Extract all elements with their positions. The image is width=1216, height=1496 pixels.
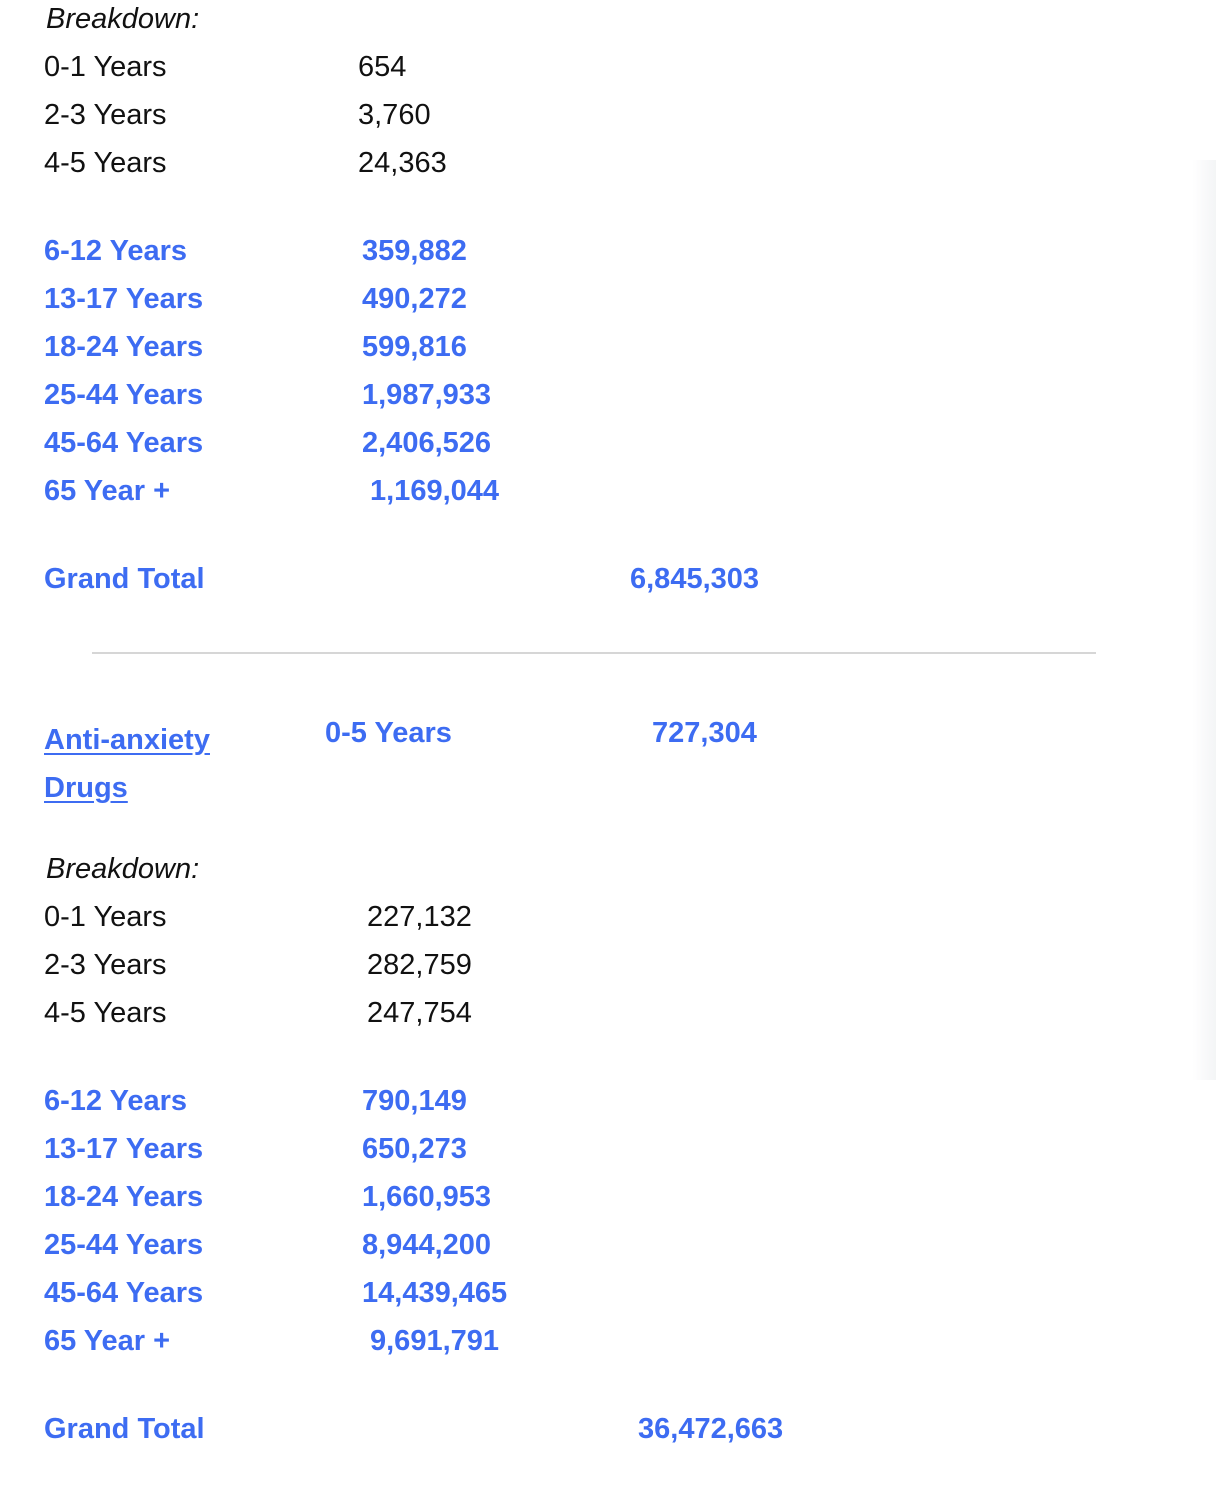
row-value: 24,363	[358, 147, 447, 179]
row-label: 13-17 Years	[44, 283, 204, 315]
grand-total-value: 36,472,663	[638, 1413, 784, 1445]
row-value: 1,987,933	[362, 379, 492, 411]
row-value: 1,169,044	[370, 475, 500, 507]
row-label: 65 Year +	[44, 475, 171, 507]
row-value: 8,944,200	[362, 1229, 492, 1261]
row-value: 654	[358, 51, 407, 83]
row-value: 599,816	[362, 331, 467, 363]
age-group-value: 727,304	[652, 717, 757, 749]
row-value: 3,760	[358, 99, 431, 131]
row-value: 227,132	[367, 901, 472, 933]
row-value: 490,272	[362, 283, 467, 315]
row-label: 25-44 Years	[44, 379, 204, 411]
row-label: 6-12 Years	[44, 235, 187, 267]
row-label: 2-3 Years	[44, 949, 167, 981]
row-label: 0-1 Years	[44, 901, 167, 933]
row-label: 4-5 Years	[44, 997, 167, 1029]
row-label: 0-1 Years	[44, 51, 167, 83]
row-value: 1,660,953	[362, 1181, 492, 1213]
row-value: 2,406,526	[362, 427, 492, 459]
row-label: 18-24 Years	[44, 331, 204, 363]
row-label: 25-44 Years	[44, 1229, 204, 1261]
breakdown-label: Breakdown:	[46, 3, 200, 35]
row-label: 6-12 Years	[44, 1085, 187, 1117]
row-value: 282,759	[367, 949, 472, 981]
row-label: 45-64 Years	[44, 1277, 204, 1309]
anti-anxiety-drugs-link[interactable]: Anti-anxiety Drugs	[44, 716, 264, 812]
grand-total-label: Grand Total	[44, 1413, 205, 1445]
row-value: 14,439,465	[362, 1277, 508, 1309]
row-label: 65 Year +	[44, 1325, 171, 1357]
row-value: 790,149	[362, 1085, 467, 1117]
row-value: 359,882	[362, 235, 467, 267]
link-line-1: Anti-anxiety	[44, 724, 210, 756]
row-label: 13-17 Years	[44, 1133, 204, 1165]
grand-total-label: Grand Total	[44, 563, 205, 595]
row-label: 2-3 Years	[44, 99, 167, 131]
age-group-label: 0-5 Years	[325, 717, 452, 749]
section-divider	[92, 652, 1096, 654]
link-line-2: Drugs	[44, 772, 128, 804]
scroll-shadow	[1192, 160, 1216, 1080]
row-value: 9,691,791	[370, 1325, 500, 1357]
row-value: 650,273	[362, 1133, 467, 1165]
breakdown-label: Breakdown:	[46, 853, 200, 885]
row-label: 18-24 Years	[44, 1181, 204, 1213]
row-label: 45-64 Years	[44, 427, 204, 459]
row-label: 4-5 Years	[44, 147, 167, 179]
row-value: 247,754	[367, 997, 472, 1029]
grand-total-value: 6,845,303	[630, 563, 760, 595]
